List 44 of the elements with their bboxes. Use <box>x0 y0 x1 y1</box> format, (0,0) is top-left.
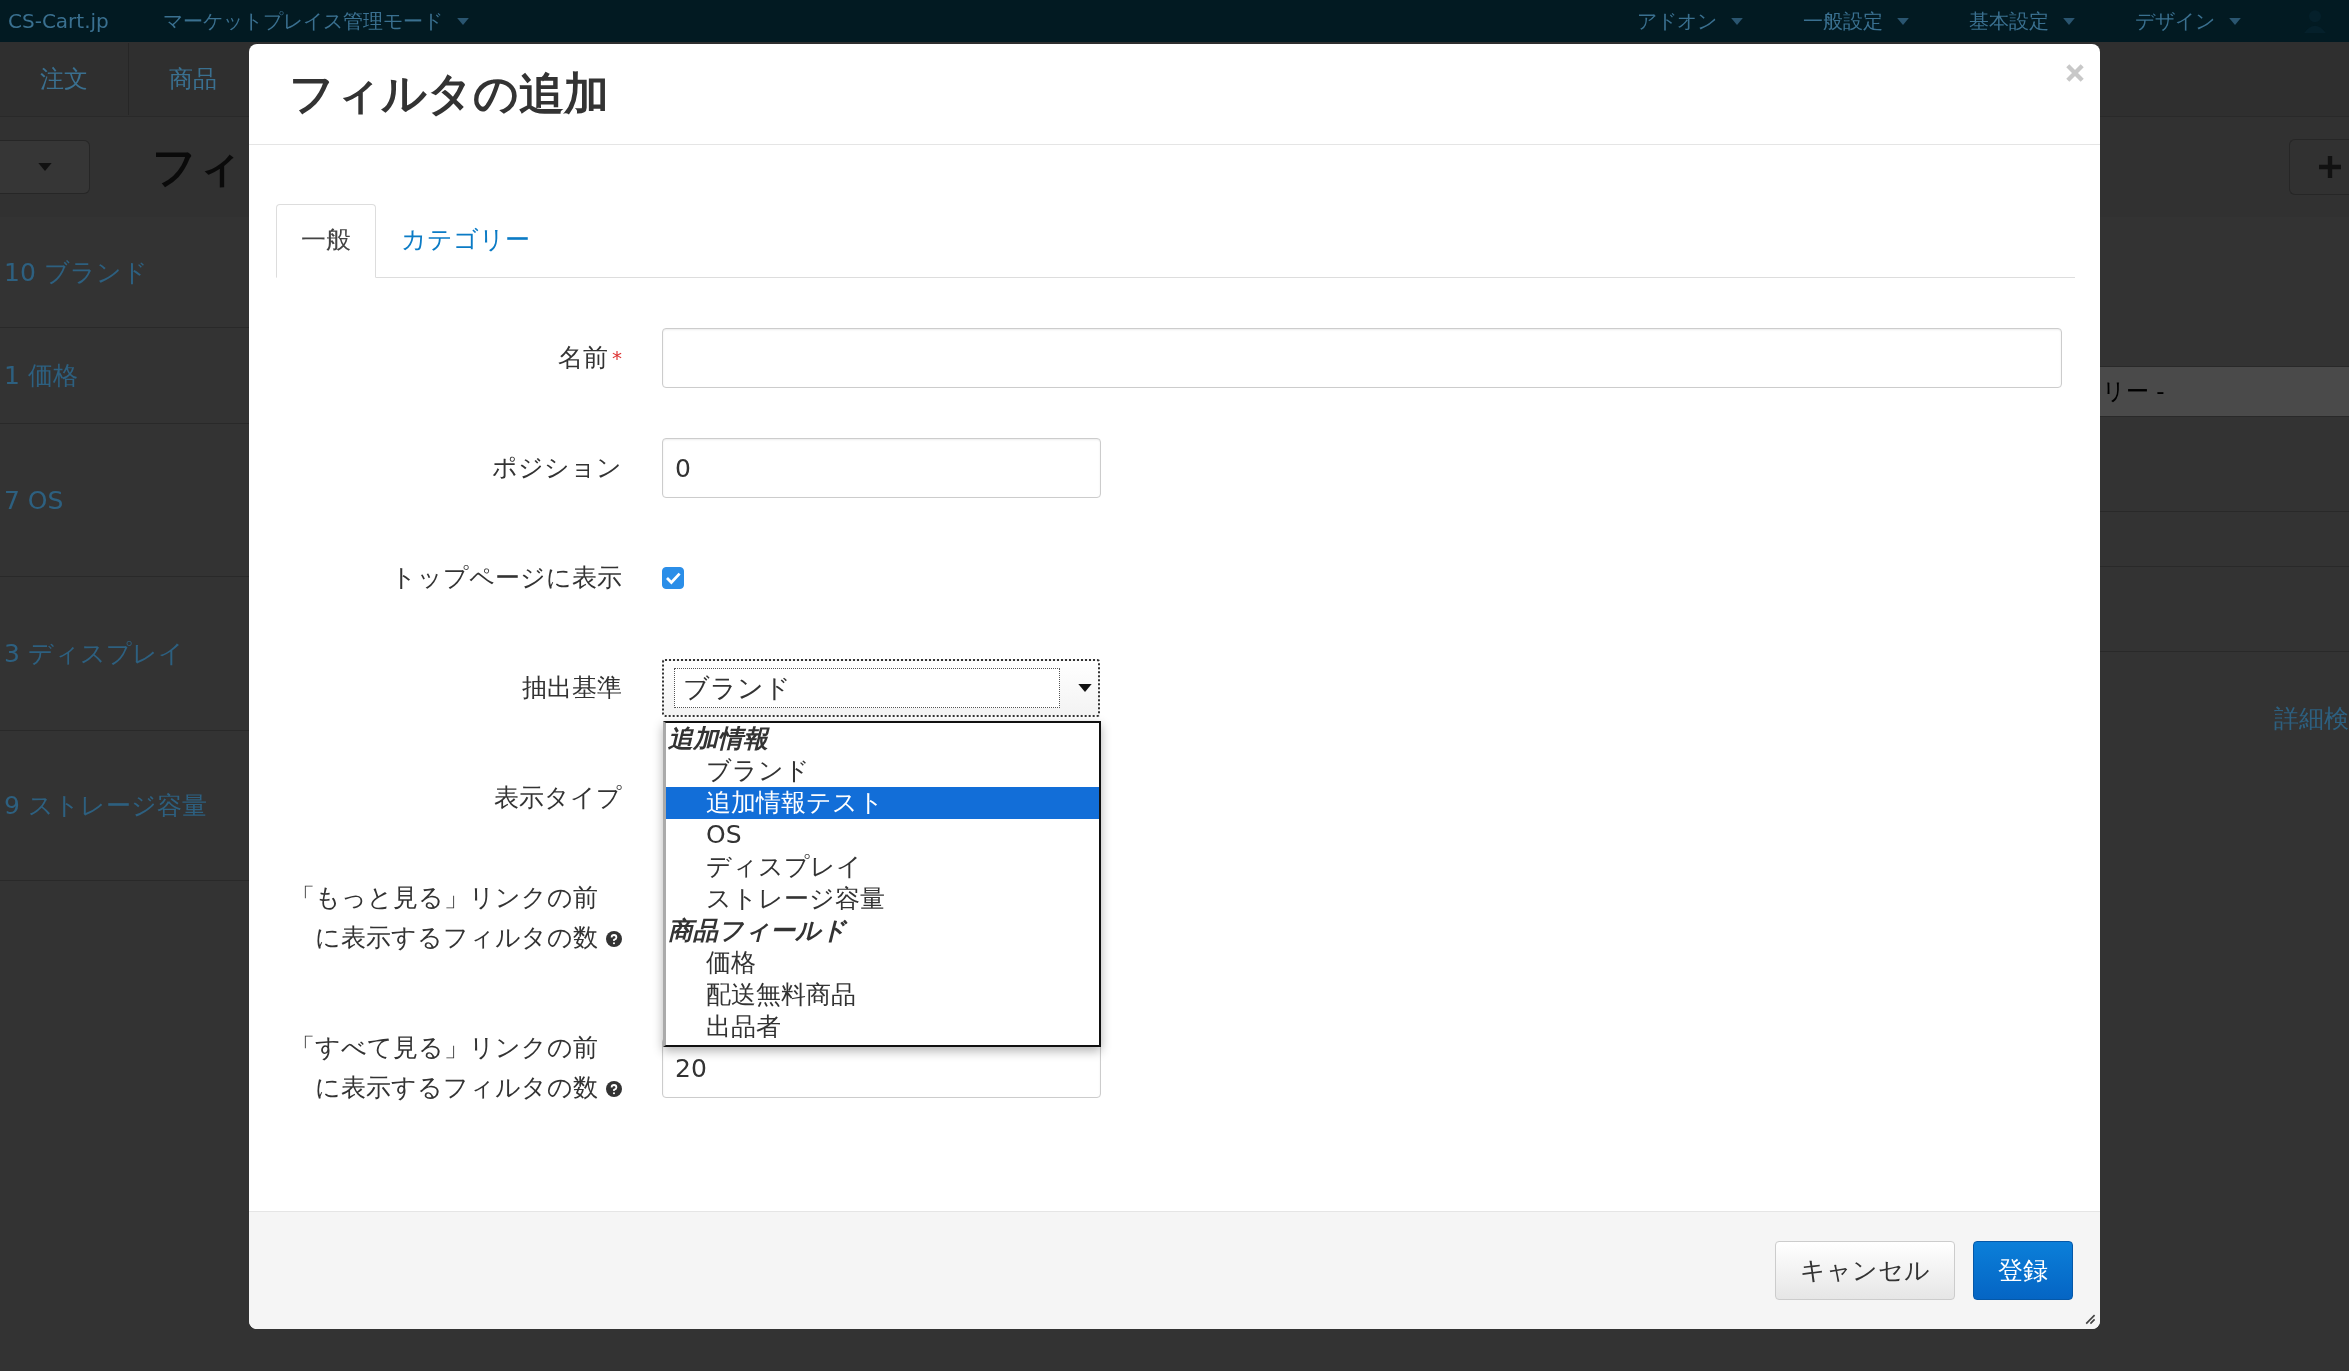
tab[interactable]: 一般 <box>276 204 376 278</box>
caret-icon <box>1731 17 1743 25</box>
brand-name[interactable]: CS-Cart.jp <box>8 9 109 33</box>
field-label: 表示タイプ <box>494 782 622 814</box>
caret-icon <box>1897 17 1909 25</box>
caret-icon <box>2063 17 2075 25</box>
tab[interactable]: カテゴリー <box>376 204 555 278</box>
dialog-title: フィルタの追加 <box>289 66 609 122</box>
checkbox[interactable] <box>662 567 684 589</box>
option-group-label: 追加情報 <box>667 723 771 755</box>
top-menu-item[interactable]: デザイン <box>2135 9 2215 33</box>
cancel-button[interactable]: キャンセル <box>1775 1241 1955 1300</box>
input-field[interactable] <box>662 328 2062 388</box>
dropdown-button[interactable] <box>0 140 90 194</box>
top-menu-item[interactable]: 基本設定 <box>1969 9 2049 33</box>
field-label: 抽出基準 <box>522 672 622 704</box>
dropdown-option[interactable]: ストレージ容量 <box>666 883 1099 915</box>
dropdown-option[interactable]: 追加情報テスト <box>666 787 1099 819</box>
field-label: ポジション <box>492 452 622 484</box>
dropdown-option[interactable]: 配送無料商品 <box>666 979 1099 1011</box>
submit-button[interactable]: 登録 <box>1973 1241 2073 1300</box>
field-label: 名前 * <box>558 342 622 374</box>
field-label: トップページに表示 <box>391 562 622 594</box>
input-field[interactable]: 0 <box>662 438 1101 498</box>
dropdown-option[interactable]: ディスプレイ <box>666 851 1099 883</box>
select-text: リー - <box>2102 377 2165 406</box>
close-icon[interactable] <box>2066 64 2084 82</box>
option-group-label: 商品フィールド <box>667 915 849 947</box>
add-button[interactable] <box>2289 139 2349 195</box>
top-menu-item[interactable]: アドオン <box>1637 9 1717 33</box>
field-label: 「もっと見る」リンクの前に表示するフィルタの数 <box>289 882 598 954</box>
mode-menu[interactable]: マーケットプレイス管理モード <box>162 9 443 33</box>
dropdown-option[interactable]: ブランド <box>666 755 1099 787</box>
dropdown-option[interactable]: OS <box>666 819 1099 851</box>
dropdown-option[interactable]: 価格 <box>666 947 1099 979</box>
top-menu-item[interactable]: 一般設定 <box>1803 9 1883 33</box>
caret-icon <box>37 163 52 171</box>
caret-icon <box>1078 684 1092 692</box>
select-field[interactable]: ブランド <box>662 659 1100 717</box>
caret-icon <box>456 17 469 25</box>
plus-icon <box>2319 156 2341 178</box>
caret-icon <box>2229 17 2241 25</box>
nav-menu-item[interactable]: 注文 <box>0 43 129 115</box>
field-label: 「すべて見る」リンクの前に表示するフィルタの数 <box>289 1032 598 1104</box>
